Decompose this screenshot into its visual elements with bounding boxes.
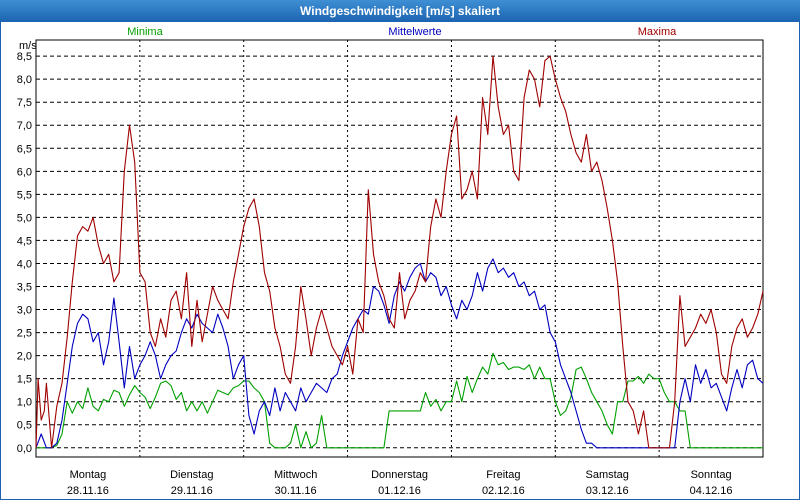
x-date-label: 02.12.16	[482, 485, 525, 497]
x-day-label: Sonntag	[691, 469, 732, 481]
y-tick-label: 3,0	[17, 305, 32, 317]
x-date-label: 01.12.16	[378, 485, 421, 497]
x-day-label: Samstag	[586, 469, 629, 481]
y-tick-label: 5,0	[17, 212, 32, 224]
y-tick-label: 1,0	[17, 397, 32, 409]
y-tick-label: 2,0	[17, 351, 32, 363]
y-tick-label: 0,5	[17, 420, 32, 432]
x-date-label: 28.11.16	[67, 485, 109, 497]
x-day-label: Freitag	[486, 469, 520, 481]
y-tick-label: 6,5	[17, 143, 32, 155]
x-day-label: Donnerstag	[371, 469, 428, 481]
y-tick-label: 1,5	[17, 374, 32, 386]
y-axis: m/s 0,00,51,01,52,02,53,03,54,04,55,05,5…	[17, 40, 38, 455]
x-date-label: 30.11.16	[275, 485, 317, 497]
x-date-label: 03.12.16	[586, 485, 629, 497]
y-tick-label: 6,0	[17, 166, 32, 178]
x-axis: Montag 28.11.16 Dienstag 29.11.16 Mittwoch 30…	[67, 469, 733, 497]
y-tick-label: 4,0	[17, 258, 32, 270]
y-tick-label: 8,5	[17, 51, 32, 63]
legend: Minima Mittelwerte Maxima	[127, 26, 677, 38]
y-tick-label: 0,0	[17, 443, 32, 455]
y-tick-label: 2,5	[17, 328, 32, 340]
y-tick-label: 7,0	[17, 120, 32, 132]
legend-maxima: Maxima	[638, 26, 677, 38]
x-day-label: Montag	[70, 469, 107, 481]
y-tick-label: 8,0	[17, 74, 32, 86]
y-tick-label: 4,5	[17, 235, 32, 247]
x-date-label: 04.12.16	[690, 485, 733, 497]
legend-minima: Minima	[127, 26, 163, 38]
x-day-label: Dienstag	[170, 469, 213, 481]
wind-speed-chart: m/s 0,00,51,01,52,02,53,03,54,04,55,05,5…	[17, 26, 764, 497]
y-tick-label: 5,5	[17, 189, 32, 201]
x-date-label: 29.11.16	[171, 485, 213, 497]
y-tick-label: 7,5	[17, 97, 32, 109]
legend-mittelwerte: Mittelwerte	[388, 26, 441, 38]
x-day-label: Mittwoch	[274, 469, 317, 481]
y-tick-label: 3,5	[17, 282, 32, 294]
